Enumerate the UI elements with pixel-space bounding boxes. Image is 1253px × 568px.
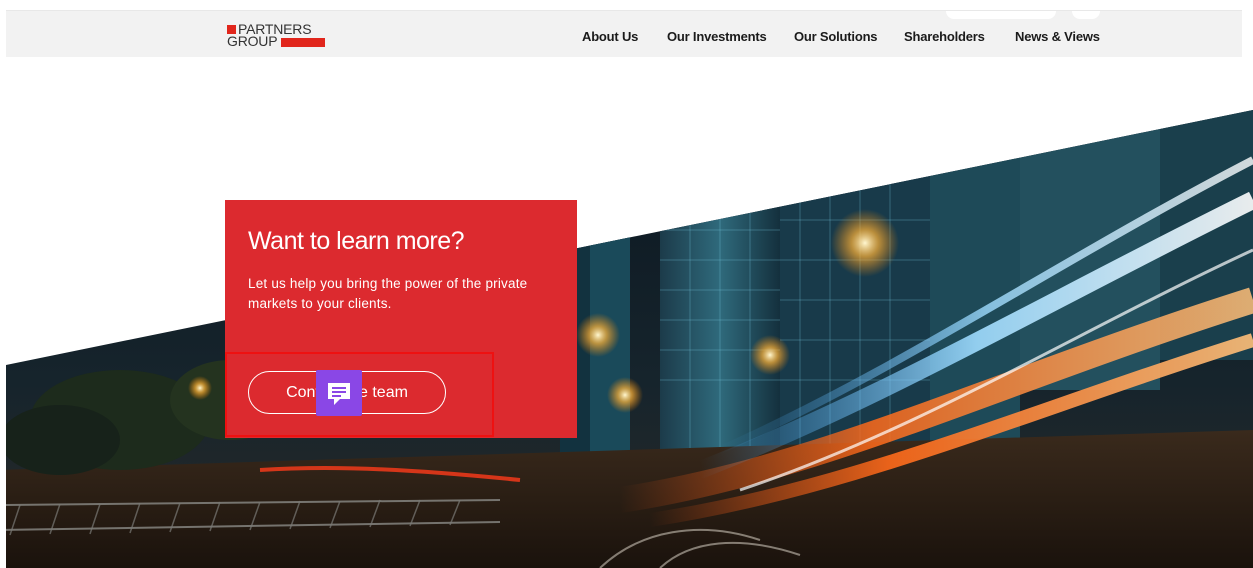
header-nub <box>946 11 1056 19</box>
cta-body: Let us help you bring the power of the p… <box>248 276 528 311</box>
nav-our-investments[interactable]: Our Investments <box>667 29 767 44</box>
chat-bubble-icon <box>328 383 350 405</box>
chat-widget-button[interactable] <box>316 370 362 416</box>
nav-news-views[interactable]: News & Views <box>1015 29 1100 44</box>
cta-title: Want to learn more? <box>248 227 465 255</box>
page: PARTNERS GROUP About Us Our Investments … <box>0 0 1253 568</box>
nav-shareholders[interactable]: Shareholders <box>904 29 985 44</box>
main-nav: About Us Our Investments Our Solutions S… <box>6 29 1242 45</box>
header-nub <box>1072 11 1100 19</box>
site-header: PARTNERS GROUP About Us Our Investments … <box>6 10 1242 57</box>
nav-about-us[interactable]: About Us <box>582 29 638 44</box>
hero-image <box>6 110 1253 568</box>
nav-our-solutions[interactable]: Our Solutions <box>794 29 878 44</box>
